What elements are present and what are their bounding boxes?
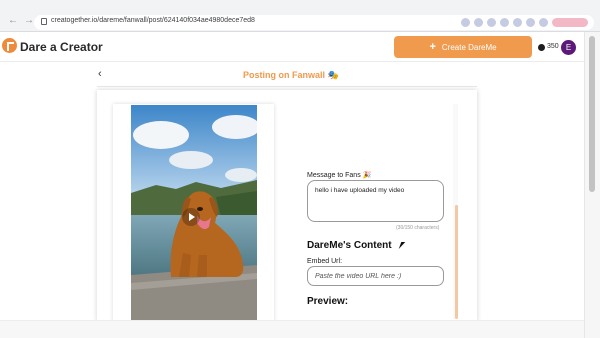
content-heading: DareMe's Content	[307, 240, 392, 251]
browser-chrome: ←→↻ creatogether.io/dareme/fanwall/post/…	[0, 0, 600, 32]
create-dareme-button[interactable]: + Create DareMe	[394, 36, 532, 58]
play-icon[interactable]	[182, 208, 200, 226]
extension-icon[interactable]	[539, 18, 548, 27]
preview-heading: Preview:	[307, 296, 349, 307]
dare-logo-icon[interactable]	[2, 38, 17, 53]
extension-icon[interactable]	[526, 18, 535, 27]
coin-balance: 350	[547, 43, 559, 50]
coin-icon	[538, 44, 545, 51]
message-label: Message to Fans 🎉	[307, 172, 372, 179]
form-scroll-thumb[interactable]	[455, 205, 458, 319]
page-title: Posting on Fanwall 🎭	[243, 70, 339, 80]
message-textarea[interactable]: hello i have uploaded my video	[307, 180, 444, 222]
page-bottom-edge	[0, 320, 584, 338]
chevron-left-icon[interactable]: ‹	[98, 68, 102, 80]
extension-icon[interactable]	[474, 18, 483, 27]
page-scroll-thumb[interactable]	[589, 36, 595, 192]
app-header: Dare a Creator + Create DareMe 350 E	[0, 32, 584, 62]
avatar[interactable]: E	[561, 40, 576, 55]
extension-icon[interactable]	[487, 18, 496, 27]
embed-url-label: Embed Url:	[307, 258, 343, 265]
url-text[interactable]: creatogether.io/dareme/fanwall/post/6241…	[51, 17, 255, 24]
create-dareme-label: Create DareMe	[441, 42, 497, 52]
share-icon[interactable]	[461, 18, 470, 27]
address-bar[interactable]: creatogether.io/dareme/fanwall/post/6241…	[34, 15, 594, 30]
embed-url-input[interactable]	[307, 266, 444, 286]
extension-icons	[461, 18, 588, 27]
plus-icon: +	[429, 41, 436, 53]
page-scrollbar[interactable]	[584, 32, 600, 338]
brand-name[interactable]: Dare a Creator	[20, 40, 103, 54]
extension-icon[interactable]	[500, 18, 509, 27]
extension-icon[interactable]	[513, 18, 522, 27]
character-counter: (30/150 characters)	[396, 225, 440, 231]
lock-icon	[41, 18, 47, 25]
profile-pill[interactable]	[552, 18, 588, 27]
divider	[97, 86, 477, 87]
